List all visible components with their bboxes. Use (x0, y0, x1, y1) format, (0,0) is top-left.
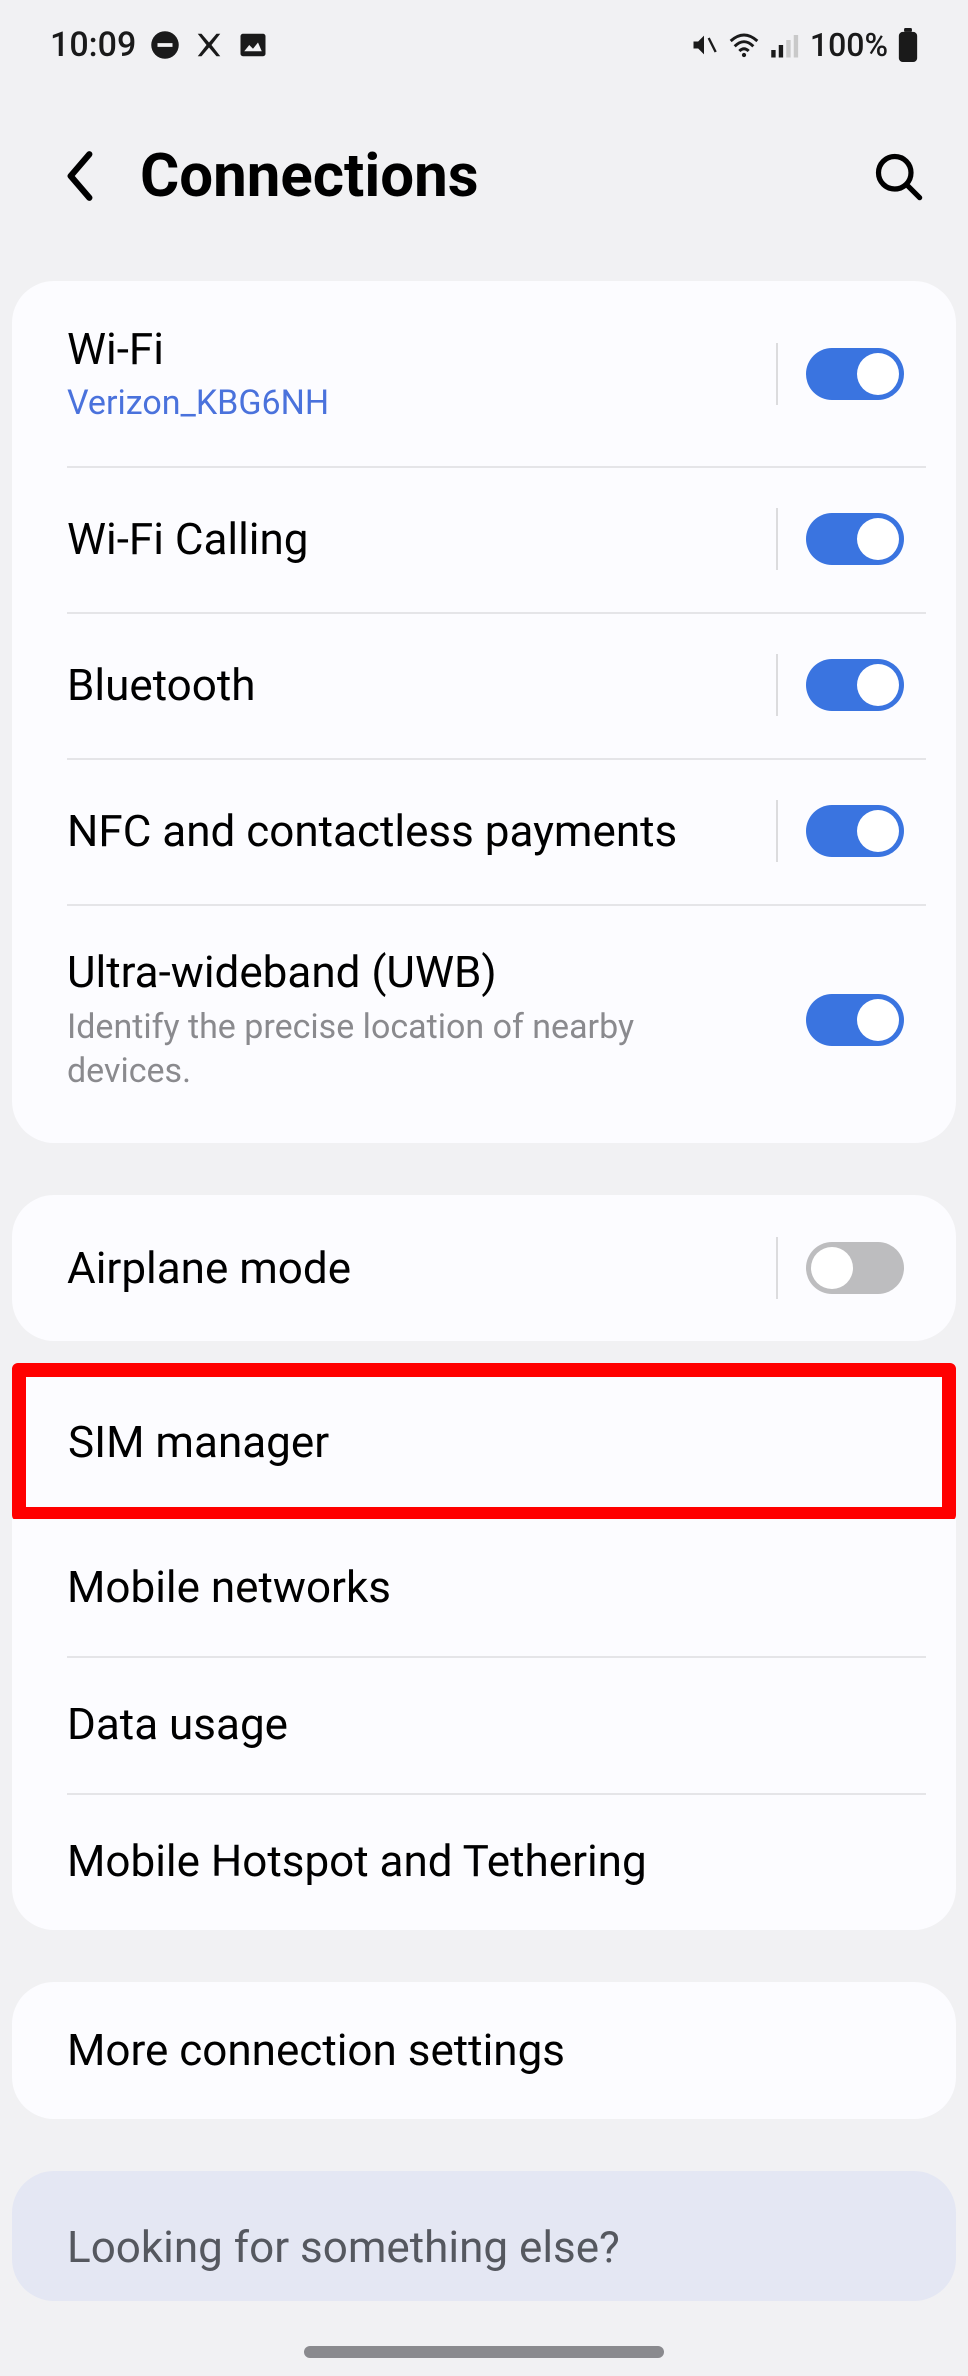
hotspot-row[interactable]: Mobile Hotspot and Tethering (12, 1793, 956, 1930)
bluetooth-toggle[interactable] (806, 659, 904, 711)
nfc-toggle-wrap (776, 800, 904, 862)
connections-group-4: More connection settings (12, 1982, 956, 2119)
wifi-row[interactable]: Wi-Fi Verizon_KBG6NH (12, 281, 956, 466)
more-connection-settings-row[interactable]: More connection settings (12, 1982, 956, 2119)
battery-icon (898, 28, 918, 62)
hotspot-title: Mobile Hotspot and Tethering (67, 1835, 904, 1888)
uwb-toggle[interactable] (806, 994, 904, 1046)
wifi-calling-row[interactable]: Wi-Fi Calling (12, 466, 956, 612)
dnd-icon (150, 30, 180, 60)
x-app-icon (194, 30, 224, 60)
connections-group-2: Airplane mode (12, 1195, 956, 1341)
mobile-networks-row[interactable]: Mobile networks (12, 1519, 956, 1656)
uwb-description: Identify the precise location of nearby … (67, 1005, 667, 1093)
nfc-title: NFC and contactless payments (67, 805, 776, 858)
wifi-network-name: Verizon_KBG6NH (67, 382, 776, 425)
battery-percent: 100% (810, 26, 888, 64)
wifi-calling-title: Wi-Fi Calling (67, 513, 776, 566)
home-indicator[interactable] (304, 2346, 664, 2358)
status-bar: 10:09 100% (0, 0, 968, 90)
uwb-row[interactable]: Ultra-wideband (UWB) Identify the precis… (12, 904, 956, 1143)
airplane-toggle-wrap (776, 1237, 904, 1299)
data-usage-row[interactable]: Data usage (12, 1656, 956, 1793)
sim-manager-highlight: SIM manager (12, 1363, 956, 1521)
airplane-mode-title: Airplane mode (67, 1242, 776, 1295)
nfc-toggle[interactable] (806, 805, 904, 857)
bluetooth-row[interactable]: Bluetooth (12, 612, 956, 758)
wifi-calling-toggle[interactable] (806, 513, 904, 565)
more-connection-settings-title: More connection settings (67, 2024, 904, 2077)
status-time: 10:09 (50, 25, 136, 65)
wifi-toggle[interactable] (806, 348, 904, 400)
wifi-title: Wi-Fi (67, 323, 776, 376)
wifi-toggle-wrap (776, 343, 904, 405)
mobile-networks-title: Mobile networks (67, 1561, 904, 1614)
suggestion-panel[interactable]: Looking for something else? (12, 2171, 956, 2301)
sim-manager-row[interactable]: SIM manager (26, 1377, 942, 1507)
page-title: Connections (140, 140, 868, 211)
back-button[interactable] (50, 146, 110, 206)
status-left: 10:09 (50, 25, 268, 65)
mute-icon (690, 31, 718, 59)
bluetooth-title: Bluetooth (67, 659, 776, 712)
bluetooth-toggle-wrap (776, 654, 904, 716)
airplane-mode-toggle[interactable] (806, 1242, 904, 1294)
sim-manager-title: SIM manager (68, 1416, 890, 1469)
airplane-mode-row[interactable]: Airplane mode (12, 1195, 956, 1341)
data-usage-title: Data usage (67, 1698, 904, 1751)
status-right: 100% (690, 26, 918, 64)
connections-group-3: Mobile networks Data usage Mobile Hotspo… (12, 1519, 956, 1929)
uwb-title: Ultra-wideband (UWB) (67, 946, 778, 999)
page-header: Connections (0, 90, 968, 281)
connections-group-1: Wi-Fi Verizon_KBG6NH Wi-Fi Calling Bluet… (12, 281, 956, 1143)
wifi-calling-toggle-wrap (776, 508, 904, 570)
search-button[interactable] (868, 146, 928, 206)
wifi-icon (728, 31, 760, 59)
suggestion-title: Looking for something else? (67, 2221, 901, 2273)
uwb-toggle-wrap (778, 989, 904, 1051)
image-icon (238, 30, 268, 60)
signal-icon (770, 32, 800, 58)
nfc-row[interactable]: NFC and contactless payments (12, 758, 956, 904)
